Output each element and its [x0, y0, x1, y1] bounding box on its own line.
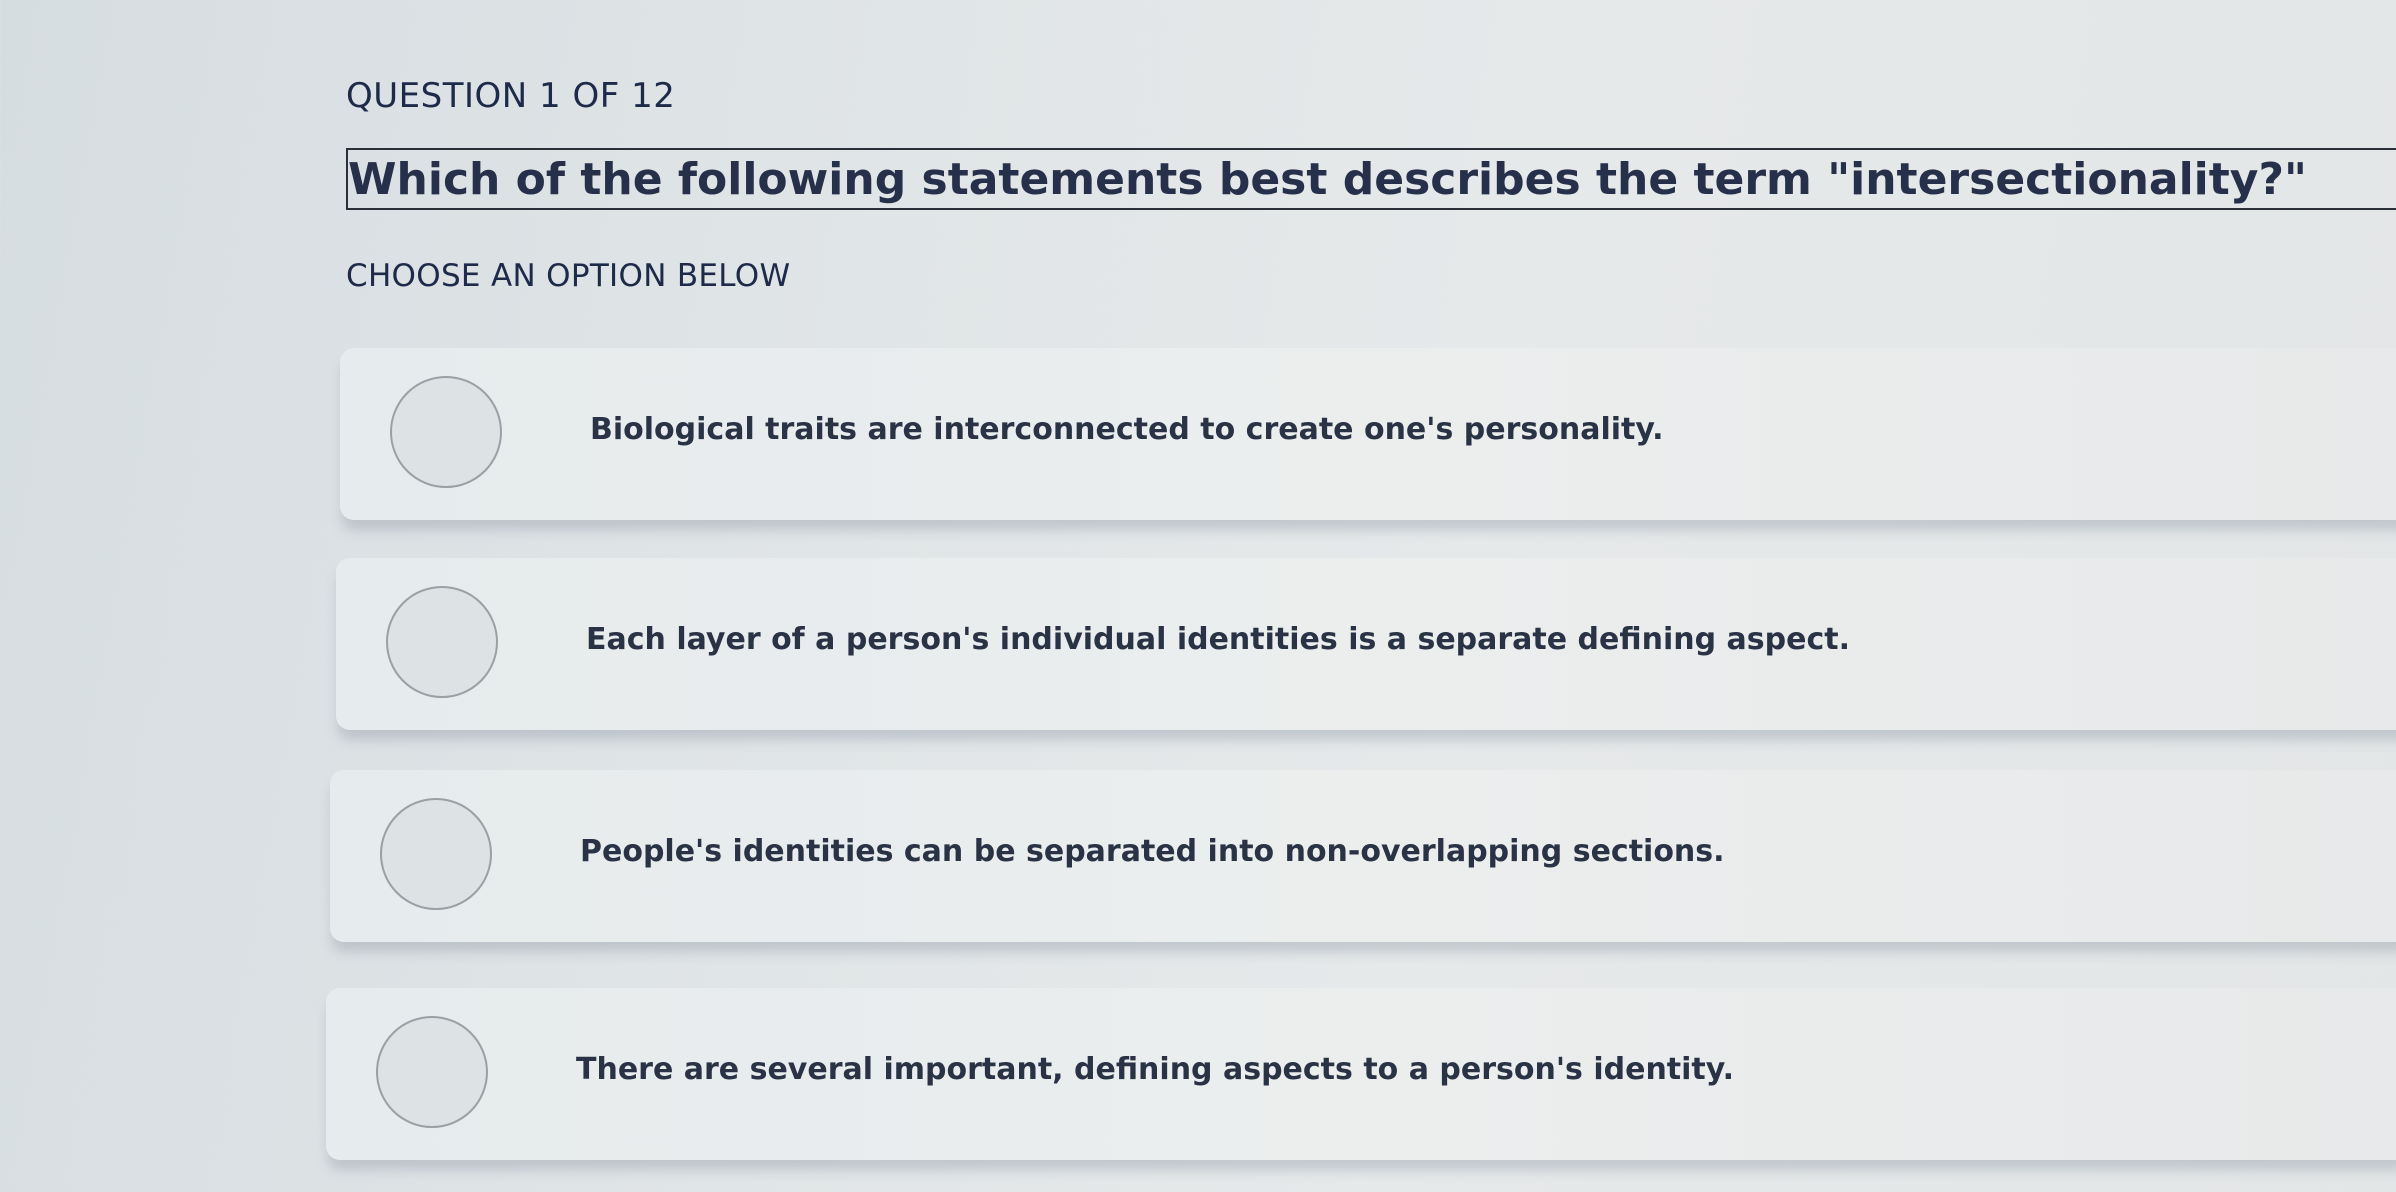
question-counter: QUESTION 1 OF 12	[346, 76, 676, 116]
option-2[interactable]: Each layer of a person's individual iden…	[336, 558, 2396, 730]
option-4-radio[interactable]	[376, 1016, 488, 1128]
option-1-radio[interactable]	[390, 376, 502, 488]
option-3[interactable]: People's identities can be separated int…	[330, 770, 2396, 942]
option-3-radio[interactable]	[380, 798, 492, 910]
option-4[interactable]: There are several important, defining as…	[326, 988, 2396, 1160]
quiz-page: QUESTION 1 OF 12 Which of the following …	[0, 0, 2396, 1192]
option-2-radio[interactable]	[386, 586, 498, 698]
option-2-label: Each layer of a person's individual iden…	[586, 622, 1850, 657]
option-1-label: Biological traits are interconnected to …	[590, 412, 1664, 447]
option-4-label: There are several important, defining as…	[576, 1052, 1734, 1087]
question-text: Which of the following statements best d…	[348, 154, 2307, 205]
option-1[interactable]: Biological traits are interconnected to …	[340, 348, 2396, 520]
instruction-text: CHOOSE AN OPTION BELOW	[346, 258, 791, 294]
option-3-label: People's identities can be separated int…	[580, 834, 1725, 869]
